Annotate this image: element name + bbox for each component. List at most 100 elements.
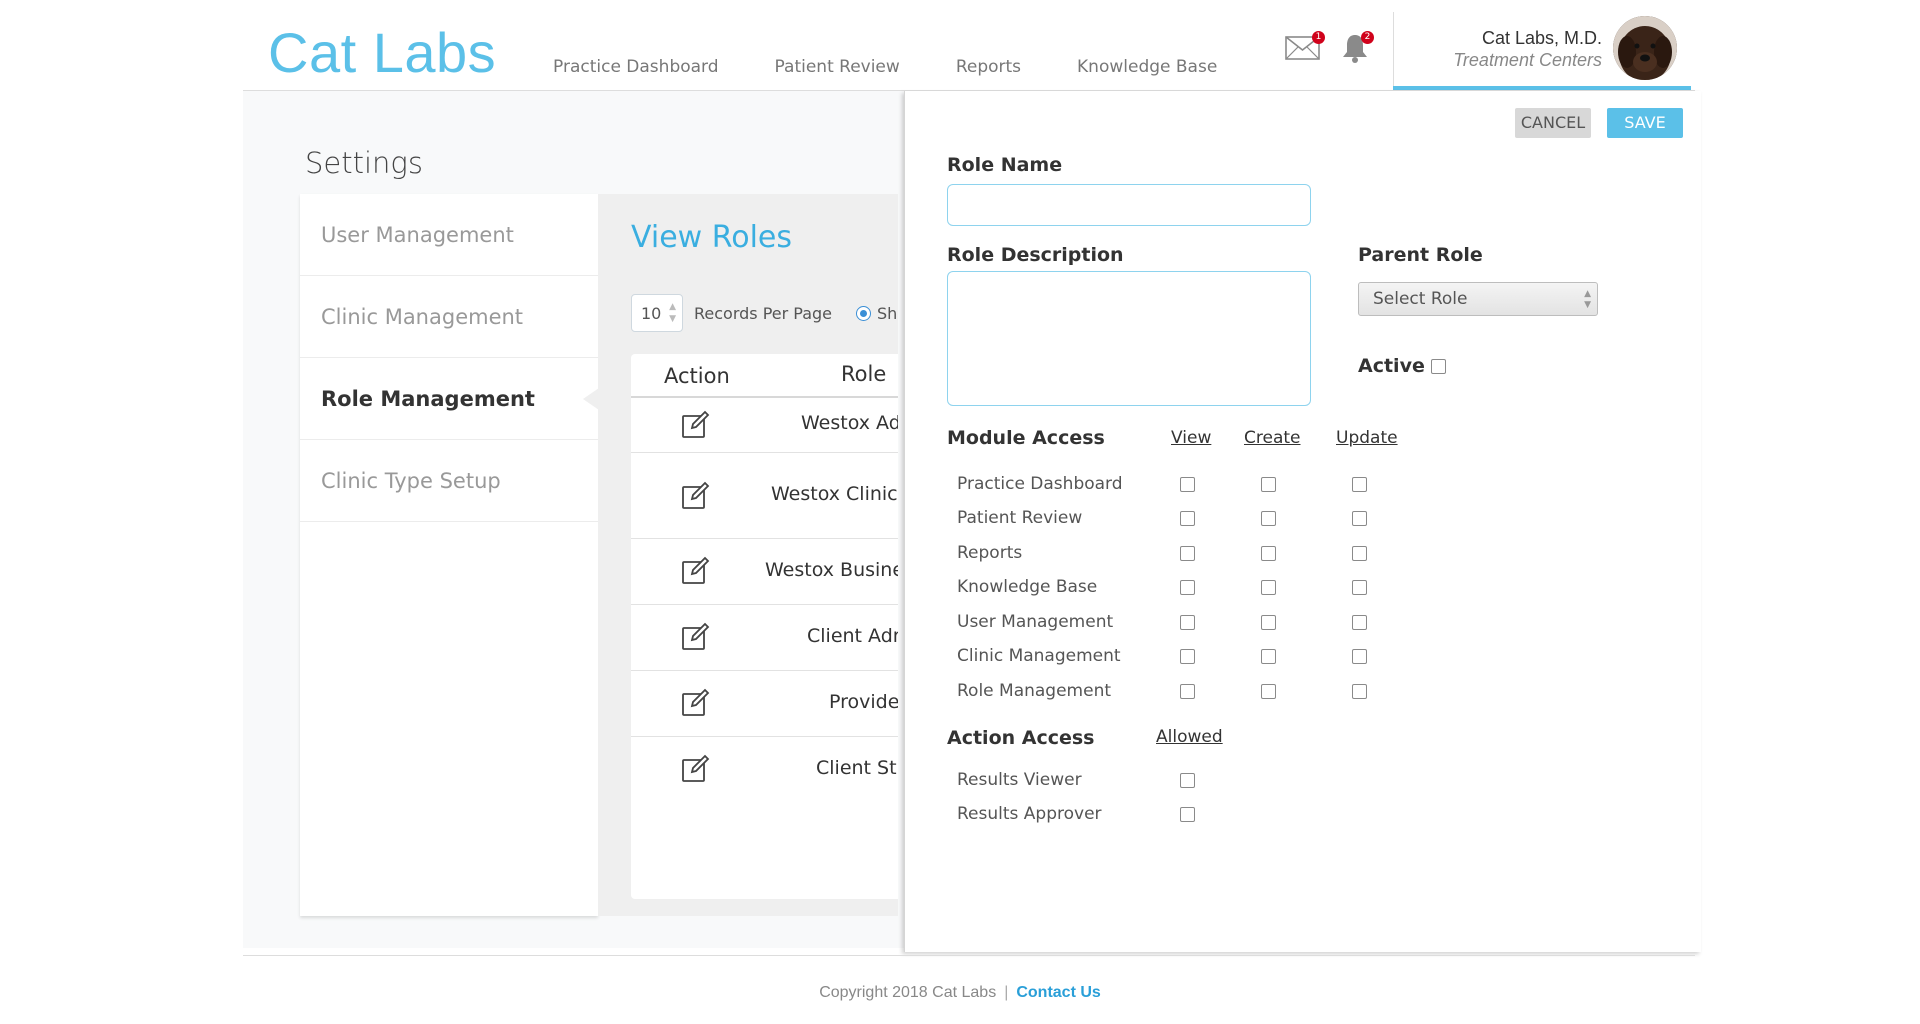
stepper-arrows-icon[interactable]: ▲ ▼ <box>669 301 676 325</box>
avatar[interactable] <box>1613 16 1677 80</box>
role-name-label: Role Name <box>947 154 1063 176</box>
view-checkbox[interactable] <box>1180 546 1195 561</box>
select-arrows-icon: ▲ ▼ <box>1584 289 1591 310</box>
sidebar-item-clinic-management[interactable]: Clinic Management <box>300 276 598 358</box>
dog-avatar-icon <box>1613 16 1677 80</box>
module-label-practice-dashboard: Practice Dashboard <box>957 474 1123 494</box>
mail-count-badge: 1 <box>1312 31 1325 44</box>
update-checkbox[interactable] <box>1352 649 1367 664</box>
footer: Copyright 2018 Cat Labs | Contact Us <box>0 984 1920 1002</box>
action-column-allowed: Allowed <box>1156 727 1223 747</box>
role-name: Client St <box>816 757 897 779</box>
module-label-knowledge-base: Knowledge Base <box>957 577 1098 597</box>
view-checkbox[interactable] <box>1180 649 1195 664</box>
update-checkbox[interactable] <box>1352 615 1367 630</box>
mail-button[interactable]: 1 <box>1285 31 1325 63</box>
roles-table: Action Role Westox Ad Westox Clinic West… <box>631 354 898 899</box>
module-label-reports: Reports <box>957 543 1023 563</box>
table-row: Westox Busine <box>631 539 898 605</box>
module-label-clinic-management: Clinic Management <box>957 646 1121 666</box>
records-per-page-value: 10 <box>641 304 662 323</box>
view-checkbox[interactable] <box>1180 477 1195 492</box>
role-name: Westox Busine <box>765 559 898 581</box>
footer-divider <box>243 955 1695 956</box>
active-label: Active <box>1358 355 1425 377</box>
contact-us-link[interactable]: Contact Us <box>1016 984 1100 1001</box>
notifications-button[interactable]: 2 <box>1341 31 1374 66</box>
allowed-checkbox[interactable] <box>1180 807 1195 822</box>
parent-role-selected: Select Role <box>1373 289 1468 309</box>
module-column-view: View <box>1171 428 1212 448</box>
cancel-button[interactable]: CANCEL <box>1515 108 1591 138</box>
role-name: Westox Clinic <box>771 483 898 505</box>
settings-sidebar: User Management Clinic Management Role M… <box>300 194 599 916</box>
module-label-role-management: Role Management <box>957 681 1112 701</box>
sidebar-item-role-management[interactable]: Role Management <box>300 358 599 440</box>
nav-practice-dashboard[interactable]: Practice Dashboard <box>553 57 719 77</box>
notification-count-badge: 2 <box>1361 31 1374 44</box>
edit-icon[interactable] <box>681 622 711 652</box>
nav-knowledge-base[interactable]: Knowledge Base <box>1077 57 1217 77</box>
allowed-checkbox[interactable] <box>1180 773 1195 788</box>
parent-role-select[interactable]: Select Role ▲ ▼ <box>1358 282 1598 316</box>
save-button[interactable]: SAVE <box>1607 108 1683 138</box>
header-divider <box>1393 12 1394 88</box>
parent-role-label: Parent Role <box>1358 244 1483 266</box>
main-nav: Practice Dashboard Patient Review Report… <box>553 57 1273 77</box>
create-checkbox[interactable] <box>1261 580 1276 595</box>
table-row: Client St <box>631 737 898 803</box>
update-checkbox[interactable] <box>1352 511 1367 526</box>
role-name: Westox Ad <box>801 412 898 434</box>
nav-reports[interactable]: Reports <box>956 57 1021 77</box>
create-checkbox[interactable] <box>1261 615 1276 630</box>
update-checkbox[interactable] <box>1352 580 1367 595</box>
show-radio-label: Sho <box>877 304 898 323</box>
edit-icon[interactable] <box>681 410 711 440</box>
create-checkbox[interactable] <box>1261 546 1276 561</box>
table-row: Westox Ad <box>631 398 898 453</box>
view-checkbox[interactable] <box>1180 580 1195 595</box>
module-access-label: Module Access <box>947 427 1105 449</box>
view-checkbox[interactable] <box>1180 615 1195 630</box>
edit-icon[interactable] <box>681 556 711 586</box>
update-checkbox[interactable] <box>1352 477 1367 492</box>
edit-icon[interactable] <box>681 481 711 511</box>
edit-icon[interactable] <box>681 688 711 718</box>
sidebar-item-clinic-type-setup[interactable]: Clinic Type Setup <box>300 440 598 522</box>
view-checkbox[interactable] <box>1180 511 1195 526</box>
page-title: Settings <box>305 146 423 180</box>
create-checkbox[interactable] <box>1261 684 1276 699</box>
table-row: Client Adr <box>631 605 898 671</box>
module-label-patient-review: Patient Review <box>957 508 1083 528</box>
app-logo[interactable]: Cat Labs <box>268 20 496 85</box>
role-description-textarea[interactable] <box>947 271 1311 406</box>
create-checkbox[interactable] <box>1261 477 1276 492</box>
show-radio[interactable] <box>856 306 871 321</box>
action-label-results-viewer: Results Viewer <box>957 770 1082 790</box>
action-label-results-approver: Results Approver <box>957 804 1102 824</box>
section-title: View Roles <box>631 220 793 255</box>
column-header-action: Action <box>664 364 730 388</box>
records-per-page-label: Records Per Page <box>694 304 833 323</box>
add-role-panel: CANCEL SAVE Role Name Role Description P… <box>904 91 1701 952</box>
update-checkbox[interactable] <box>1352 684 1367 699</box>
user-subtitle: Treatment Centers <box>1453 50 1602 70</box>
create-checkbox[interactable] <box>1261 649 1276 664</box>
copyright-text: Copyright 2018 Cat Labs <box>819 984 997 1001</box>
records-per-page-stepper[interactable]: 10 ▲ ▼ <box>631 294 683 332</box>
active-checkbox[interactable] <box>1431 359 1446 374</box>
update-checkbox[interactable] <box>1352 546 1367 561</box>
table-row: Provide <box>631 671 898 737</box>
edit-icon[interactable] <box>681 754 711 784</box>
module-column-create: Create <box>1244 428 1301 448</box>
view-checkbox[interactable] <box>1180 684 1195 699</box>
nav-patient-review[interactable]: Patient Review <box>775 57 900 77</box>
user-name[interactable]: Cat Labs, M.D. <box>1482 28 1602 49</box>
sidebar-item-user-management[interactable]: User Management <box>300 194 598 276</box>
create-checkbox[interactable] <box>1261 511 1276 526</box>
action-access-label: Action Access <box>947 727 1095 749</box>
column-header-role[interactable]: Role <box>841 362 886 386</box>
role-name-input[interactable] <box>947 184 1311 226</box>
roles-content: View Roles 10 ▲▼ Records Per Page Sho Ac… <box>598 194 898 916</box>
role-name: Client Adr <box>807 625 898 647</box>
